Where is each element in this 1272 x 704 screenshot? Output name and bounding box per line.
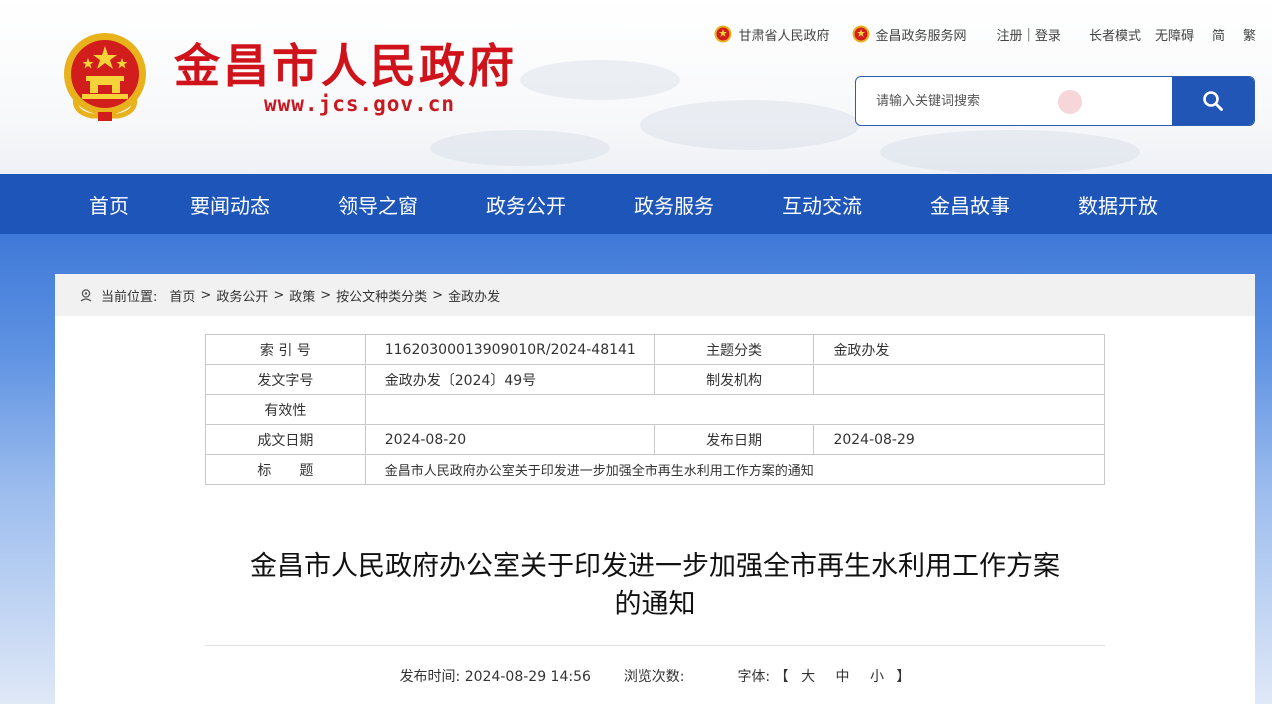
breadcrumb: 当前位置: 首页 > 政务公开 > 政策 > 按公文种类分类 > 金政办发 xyxy=(55,274,1255,316)
search-box xyxy=(855,76,1255,126)
article-title: 金昌市人民政府办公室关于印发进一步加强全市再生水利用工作方案 的通知 xyxy=(205,548,1105,624)
register-link[interactable]: 注册 xyxy=(997,25,1023,44)
issuer-value xyxy=(813,364,1105,395)
cloud-decoration xyxy=(520,60,680,100)
nav-open-data[interactable]: 数据开放 xyxy=(1044,190,1192,219)
nav-stories[interactable]: 金昌故事 xyxy=(896,190,1044,219)
table-row: 索 引 号 11620300013909010R/2024-48141 主题分类… xyxy=(205,334,1105,365)
document-meta-table: 索 引 号 11620300013909010R/2024-48141 主题分类… xyxy=(205,334,1106,485)
link-separator: | xyxy=(1026,26,1031,42)
publish-time-value: 2024-08-29 14:56 xyxy=(464,669,591,685)
publish-time-label: 发布时间: xyxy=(399,669,461,685)
provincial-gov-link[interactable]: 甘肃省人民政府 xyxy=(714,25,830,44)
accessibility-link[interactable]: 无障碍 xyxy=(1155,25,1194,44)
cloud-decoration xyxy=(880,130,1140,174)
issuer-label: 制发机构 xyxy=(653,364,815,395)
nav-gov-services[interactable]: 政务服务 xyxy=(600,190,748,219)
elder-mode-link[interactable]: 长者模式 xyxy=(1089,25,1141,44)
national-emblem-icon[interactable] xyxy=(62,30,148,122)
search-icon xyxy=(1203,91,1223,111)
article-info-bar: 发布时间: 2024-08-29 14:56 浏览次数: 字体: 【 大 中 小… xyxy=(55,666,1255,686)
font-medium-button[interactable]: 中 xyxy=(836,669,850,685)
index-label: 索 引 号 xyxy=(205,334,366,365)
publish-date-label: 发布日期 xyxy=(653,424,815,455)
doc-number-value: 金政办发〔2024〕49号 xyxy=(364,364,655,395)
font-size-label: 字体: xyxy=(737,669,771,685)
cloud-decoration xyxy=(640,100,860,150)
breadcrumb-policy[interactable]: 政策 xyxy=(289,286,315,305)
search-button[interactable] xyxy=(1172,77,1254,125)
font-large-button[interactable]: 大 xyxy=(801,669,815,685)
traditional-link[interactable]: 繁 xyxy=(1243,25,1256,44)
site-header: 金昌市人民政府 www.jcs.gov.cn 甘肃省人民政府 金昌政务服务网 注… xyxy=(0,0,1272,174)
login-link[interactable]: 登录 xyxy=(1035,25,1061,44)
breadcrumb-gov-affairs[interactable]: 政务公开 xyxy=(216,286,268,305)
breadcrumb-home[interactable]: 首页 xyxy=(169,286,195,305)
location-pin-icon xyxy=(80,289,92,302)
breadcrumb-arrow: > xyxy=(200,287,212,303)
service-net-link[interactable]: 金昌政务服务网 xyxy=(852,25,967,44)
breadcrumb-current[interactable]: 金政办发 xyxy=(448,286,500,305)
breadcrumb-doc-type[interactable]: 按公文种类分类 xyxy=(336,286,427,305)
written-date-label: 成文日期 xyxy=(205,424,366,455)
bracket-close: 】 xyxy=(896,669,911,685)
nav-home[interactable]: 首页 xyxy=(62,190,156,219)
table-row: 发文字号 金政办发〔2024〕49号 制发机构 xyxy=(205,364,1105,395)
simplified-link[interactable]: 简 xyxy=(1212,25,1225,44)
validity-label: 有效性 xyxy=(205,394,366,425)
content-panel: 当前位置: 首页 > 政务公开 > 政策 > 按公文种类分类 > 金政办发 索 … xyxy=(55,274,1255,704)
topic-value: 金政办发 xyxy=(813,334,1105,365)
article-title-line: 金昌市人民政府办公室关于印发进一步加强全市再生水利用工作方案 xyxy=(250,551,1060,582)
written-date-value: 2024-08-20 xyxy=(364,424,655,455)
article-title-line: 的通知 xyxy=(614,589,696,620)
breadcrumb-prefix: 当前位置: xyxy=(101,289,158,305)
table-row: 有效性 xyxy=(205,394,1106,425)
nav-news[interactable]: 要闻动态 xyxy=(156,190,304,219)
nav-gov-affairs[interactable]: 政务公开 xyxy=(452,190,600,219)
doc-number-label: 发文字号 xyxy=(205,364,366,395)
topic-label: 主题分类 xyxy=(653,334,815,365)
main-nav: 首页 要闻动态 领导之窗 政务公开 政务服务 互动交流 金昌故事 数据开放 xyxy=(0,174,1272,234)
breadcrumb-arrow: > xyxy=(320,287,332,303)
title-label: 标 题 xyxy=(205,454,366,485)
views-label: 浏览次数: xyxy=(623,669,685,685)
service-net-label: 金昌政务服务网 xyxy=(875,28,967,44)
bracket-open: 【 xyxy=(774,669,789,685)
nav-leaders[interactable]: 领导之窗 xyxy=(304,190,452,219)
breadcrumb-arrow: > xyxy=(273,287,285,303)
table-row: 成文日期 2024-08-20 发布日期 2024-08-29 xyxy=(205,424,1105,455)
emblem-icon xyxy=(852,25,869,43)
index-value: 11620300013909010R/2024-48141 xyxy=(364,334,655,365)
site-title[interactable]: 金昌市人民政府 xyxy=(174,30,517,96)
breadcrumb-arrow: > xyxy=(432,287,444,303)
site-url: www.jcs.gov.cn xyxy=(264,92,456,116)
validity-value xyxy=(364,394,1106,425)
divider xyxy=(205,645,1105,646)
font-small-button[interactable]: 小 xyxy=(870,669,884,685)
top-links-bar: 甘肃省人民政府 金昌政务服务网 注册 | 登录 长者模式 无障碍 简 繁 xyxy=(692,24,1256,44)
emblem-icon xyxy=(714,25,732,43)
provincial-gov-label: 甘肃省人民政府 xyxy=(738,28,830,44)
title-value: 金昌市人民政府办公室关于印发进一步加强全市再生水利用工作方案的通知 xyxy=(364,454,1106,485)
nav-interaction[interactable]: 互动交流 xyxy=(748,190,896,219)
table-row: 标 题 金昌市人民政府办公室关于印发进一步加强全市再生水利用工作方案的通知 xyxy=(205,454,1106,485)
search-input[interactable] xyxy=(856,77,1172,125)
publish-date-value: 2024-08-29 xyxy=(813,424,1105,455)
cloud-decoration xyxy=(430,130,610,166)
